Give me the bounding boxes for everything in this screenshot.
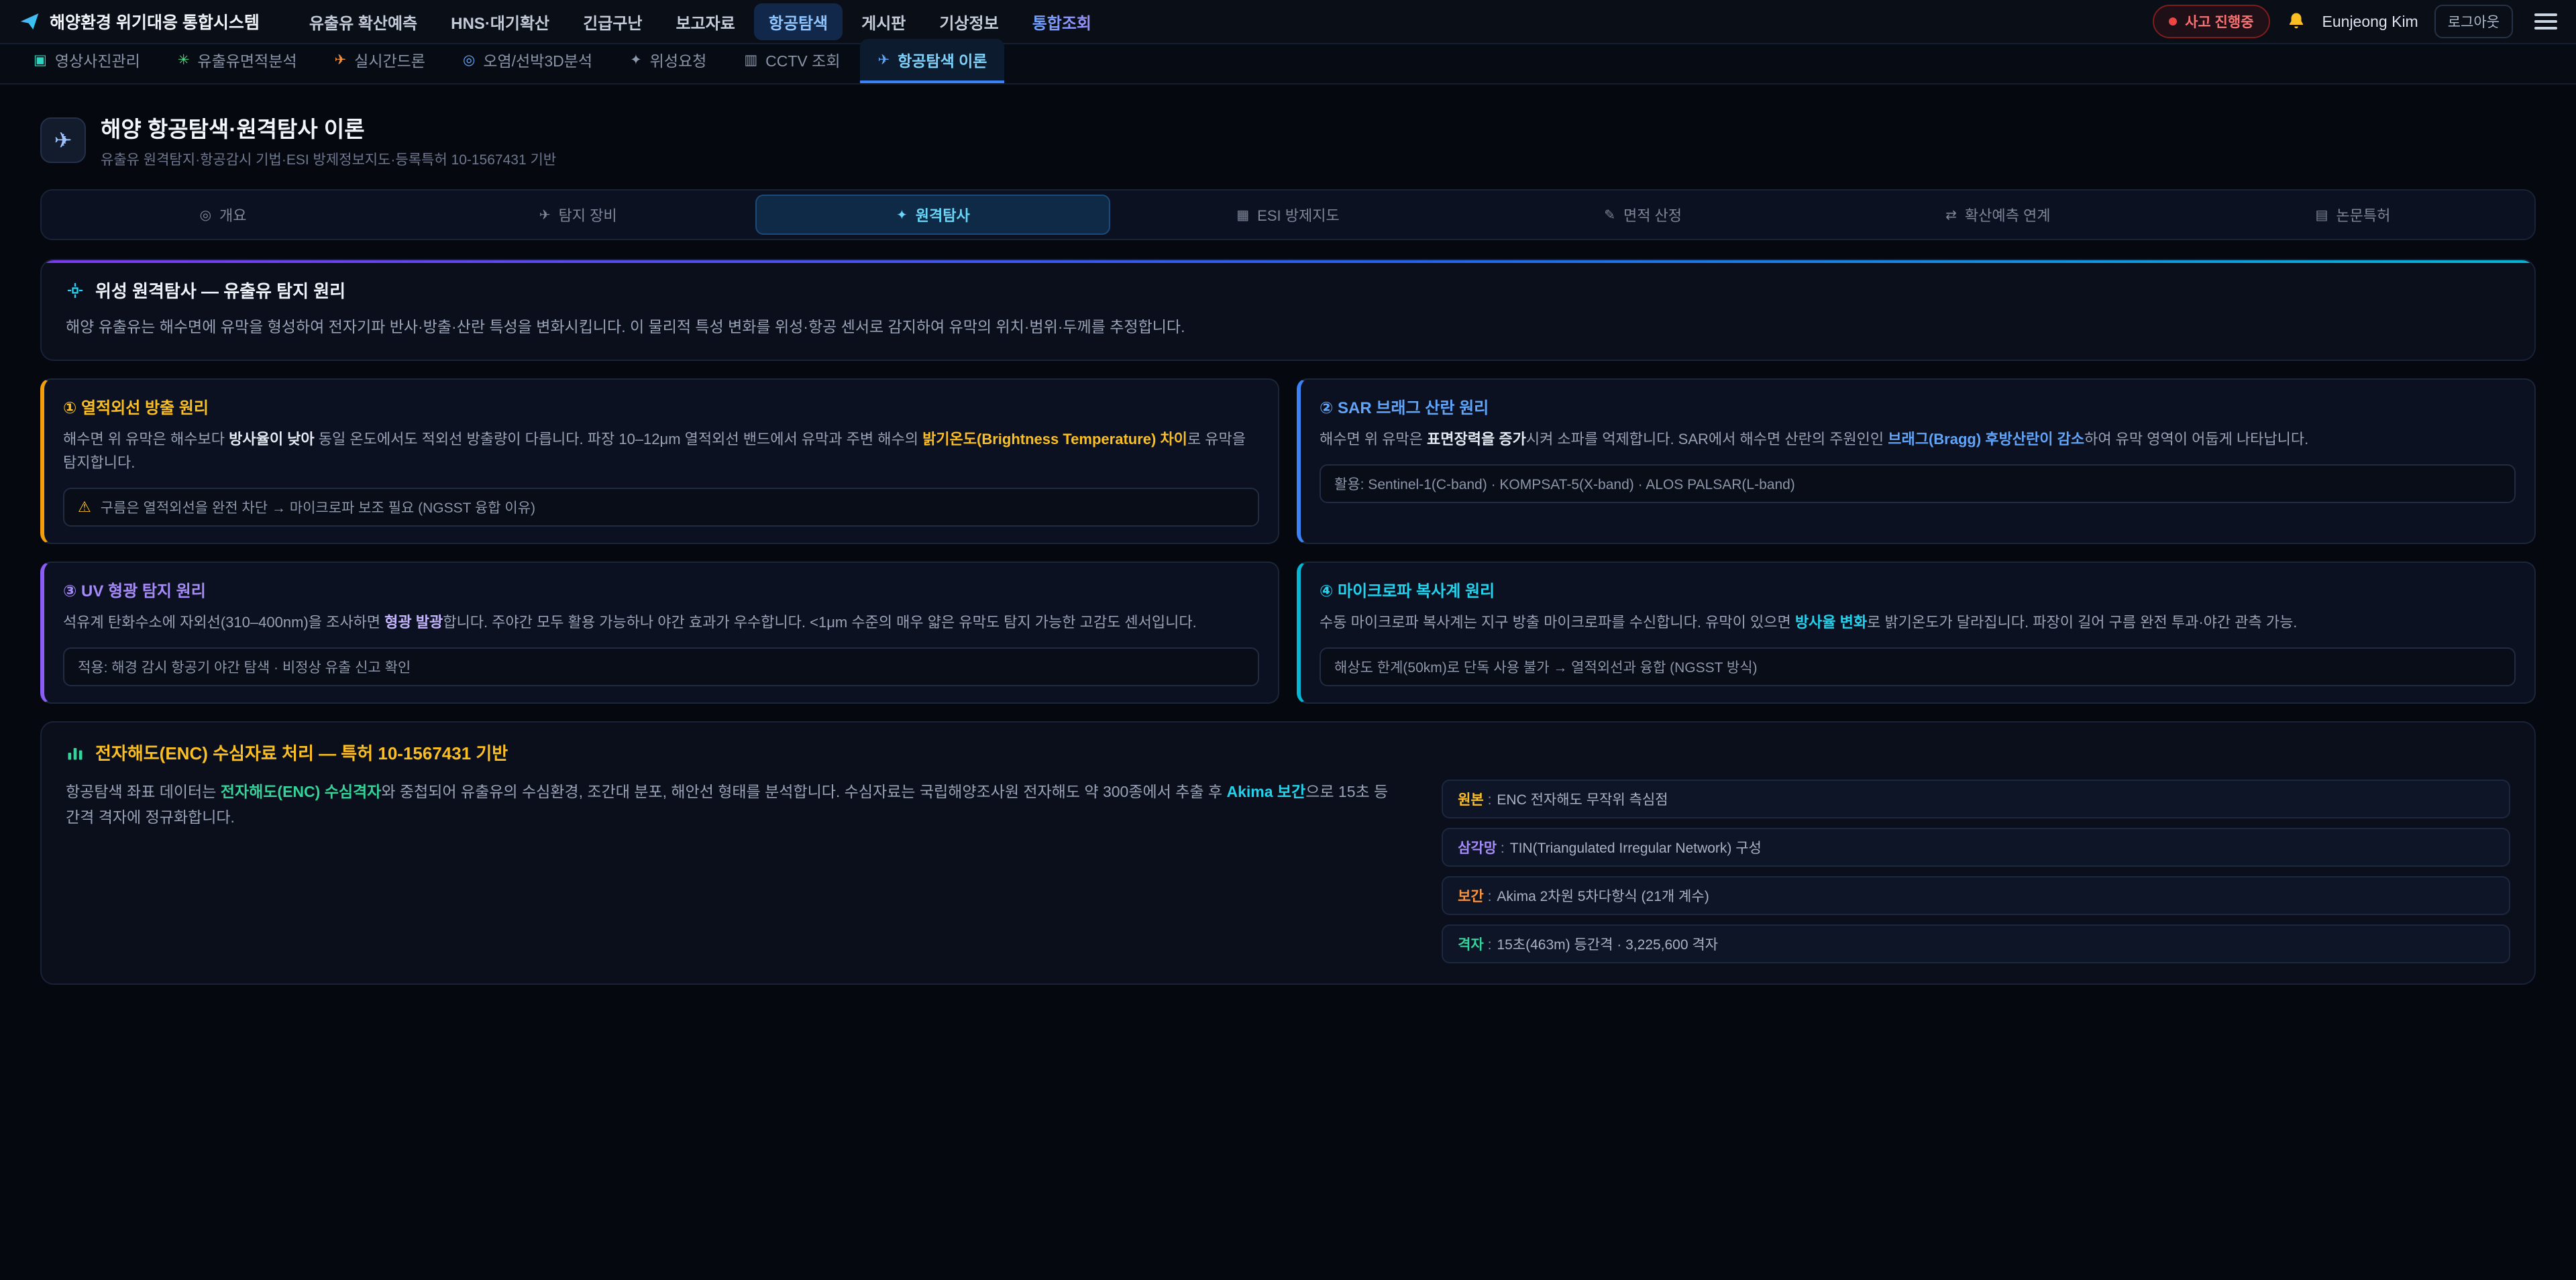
card-note: 활용: Sentinel-1(C-band) · KOMPSAT-5(X-ban… — [1320, 464, 2516, 503]
card-body: 해수면 위 유막은 표면장력을 증가시켜 소파를 억제합니다. SAR에서 해수… — [1320, 427, 2516, 451]
card-uv-fluorescence: ③ UV 형광 탐지 원리 석유계 탄화수소에 자외선(310–400nm)을 … — [40, 562, 1279, 704]
enc-body: 항공탐색 좌표 데이터는 전자해도(ENC) 수심격자와 중첩되어 유출유의 수… — [66, 780, 1401, 831]
enc-content: 항공탐색 좌표 데이터는 전자해도(ENC) 수심격자와 중첩되어 유출유의 수… — [66, 780, 2510, 963]
notification-bell-icon[interactable] — [2286, 11, 2306, 32]
enc-row-list: 원본 ENC 전자해도 무작위 측심점 삼각망 TIN(Triangulated… — [1442, 780, 2510, 963]
warning-icon: ⚠ — [78, 498, 91, 516]
incident-status-badge[interactable]: 사고 진행중 — [2153, 5, 2269, 38]
remote-sensing-intro: 해양 유출유는 해수면에 유막을 형성하여 전자기파 반사·방출·산란 특성을 … — [66, 315, 2510, 339]
subtab-pollution-ship-3d[interactable]: ◎ 오염/선박3D분석 — [445, 39, 610, 83]
satellite-heading-icon — [66, 281, 85, 300]
nav-item-rescue[interactable]: 긴급구난 — [568, 3, 657, 40]
card-title: ① 열적외선 방출 원리 — [63, 394, 1259, 418]
plane-icon: ✈ — [877, 52, 890, 68]
cctv-icon: ▥ — [744, 52, 757, 68]
menu-icon[interactable] — [2534, 13, 2557, 30]
tab-diffusion-link[interactable]: ⇄ 확산예측 연계 — [1821, 195, 2176, 235]
docs-icon: ▤ — [2315, 207, 2328, 223]
topbar-right: 사고 진행중 Eunjeong Kim 로그아웃 — [2153, 5, 2557, 38]
logout-button[interactable]: 로그아웃 — [2434, 5, 2513, 38]
logo-icon — [19, 11, 40, 32]
card-note: 해상도 한계(50km)로 단독 사용 불가 → 열적외선과 융합 (NGSST… — [1320, 647, 2516, 686]
map-icon: ▦ — [1236, 207, 1249, 223]
logo-text: 해양환경 위기대응 통합시스템 — [50, 9, 260, 34]
tab-papers-patents[interactable]: ▤ 논문특허 — [2176, 195, 2530, 235]
area-analysis-icon: ✳ — [178, 52, 190, 68]
plane-icon: ✈ — [539, 207, 551, 223]
subtab-image-management[interactable]: ▣ 영상사진관리 — [16, 39, 158, 83]
nav-item-oil-spread[interactable]: 유출유 확산예측 — [294, 3, 432, 40]
enc-row-original: 원본 ENC 전자해도 무작위 측심점 — [1442, 780, 2510, 818]
main-nav: 유출유 확산예측 HNS·대기확산 긴급구난 보고자료 항공탐색 게시판 기상정… — [294, 3, 2153, 40]
satellite-icon: ✦ — [896, 207, 908, 223]
incident-status-label: 사고 진행중 — [2185, 11, 2253, 32]
card-body: 석유계 탄화수소에 자외선(310–400nm)을 조사하면 형광 발광합니다.… — [63, 610, 1259, 634]
subtab-aerial-search-theory[interactable]: ✈ 항공탐색 이론 — [860, 39, 1004, 83]
image-icon: ▣ — [34, 52, 47, 68]
card-microwave-radiometer: ④ 마이크로파 복사계 원리 수동 마이크로파 복사계는 지구 방출 마이크로파… — [1297, 562, 2536, 704]
enc-heading: 전자해도(ENC) 수심자료 처리 — 특허 10-1567431 기반 — [95, 740, 508, 765]
subtab-satellite-request[interactable]: ✦ 위성요청 — [612, 39, 724, 83]
nav-item-aerial-search[interactable]: 항공탐색 — [754, 3, 843, 40]
page-header: ✈ 해양 항공탐색·원격탐사 이론 유출유 원격탐지·항공감시 기법·ESI 방… — [40, 111, 2536, 169]
nav-item-board[interactable]: 게시판 — [847, 3, 920, 40]
enc-section: 전자해도(ENC) 수심자료 처리 — 특허 10-1567431 기반 항공탐… — [40, 721, 2536, 985]
subtab-cctv[interactable]: ▥ CCTV 조회 — [727, 39, 857, 83]
subtab-realtime-drone[interactable]: ✈ 실시간드론 — [317, 39, 443, 83]
enc-row-interpolation: 보간 Akima 2차원 5차다항식 (21개 계수) — [1442, 876, 2510, 915]
incident-dot-icon — [2169, 17, 2177, 25]
card-sar-bragg: ② SAR 브래그 산란 원리 해수면 위 유막은 표면장력을 증가시켜 소파를… — [1297, 378, 2536, 544]
nav-item-reports[interactable]: 보고자료 — [661, 3, 749, 40]
tab-area-calculation[interactable]: ✎ 면적 산정 — [1466, 195, 1821, 235]
user-name: Eunjeong Kim — [2322, 13, 2418, 31]
card-title: ④ 마이크로파 복사계 원리 — [1320, 578, 2516, 601]
topbar: 해양환경 위기대응 통합시스템 유출유 확산예측 HNS·대기확산 긴급구난 보… — [0, 0, 2576, 44]
card-body: 해수면 위 유막은 해수보다 방사율이 낮아 동일 온도에서도 적외선 방출량이… — [63, 427, 1259, 474]
link-icon: ⇄ — [1945, 207, 1957, 223]
chart-icon — [66, 743, 85, 762]
sub-tab-bar: ▣ 영상사진관리 ✳ 유출유면적분석 ✈ 실시간드론 ◎ 오염/선박3D분석 ✦… — [0, 44, 2576, 85]
drone-icon: ✈ — [335, 52, 347, 68]
globe-icon: ◎ — [200, 207, 211, 223]
remote-sensing-heading: 위성 원격탐사 — 유출유 탐지 원리 — [95, 278, 345, 303]
remote-sensing-section: 위성 원격탐사 — 유출유 탐지 원리 해양 유출유는 해수면에 유막을 형성하… — [40, 259, 2536, 361]
card-body: 수동 마이크로파 복사계는 지구 방출 마이크로파를 수신합니다. 유막이 있으… — [1320, 610, 2516, 634]
nav-item-integrated-search[interactable]: 통합조회 — [1018, 3, 1106, 40]
card-title: ② SAR 브래그 산란 원리 — [1320, 394, 2516, 418]
nav-item-hns[interactable]: HNS·대기확산 — [436, 3, 564, 40]
card-title: ③ UV 형광 탐지 원리 — [63, 578, 1259, 601]
app-root: 해양환경 위기대응 통합시스템 유출유 확산예측 HNS·대기확산 긴급구난 보… — [0, 0, 2576, 1280]
enc-row-grid: 격자 15초(463m) 등간격 · 3,225,600 격자 — [1442, 924, 2510, 963]
page-plane-icon: ✈ — [40, 117, 86, 163]
satellite-icon: ✦ — [630, 52, 642, 68]
card-note: ⚠ 구름은 열적외선을 완전 차단 → 마이크로파 보조 필요 (NGSST 융… — [63, 488, 1259, 527]
content-tab-strip: ◎ 개요 ✈ 탐지 장비 ✦ 원격탐사 ▦ ESI 방제지도 ✎ 면적 산정 ⇄… — [40, 189, 2536, 240]
scan-icon: ◎ — [463, 52, 475, 68]
measure-icon: ✎ — [1604, 207, 1615, 223]
tab-remote-sensing[interactable]: ✦ 원격탐사 — [755, 195, 1110, 235]
tab-detection-equipment[interactable]: ✈ 탐지 장비 — [400, 195, 755, 235]
tab-esi-map[interactable]: ▦ ESI 방제지도 — [1110, 195, 1465, 235]
card-thermal-infrared: ① 열적외선 방출 원리 해수면 위 유막은 해수보다 방사율이 낮아 동일 온… — [40, 378, 1279, 544]
enc-row-tin: 삼각망 TIN(Triangulated Irregular Network) … — [1442, 828, 2510, 867]
main-content: ✈ 해양 항공탐색·원격탐사 이론 유출유 원격탐지·항공감시 기법·ESI 방… — [0, 85, 2576, 1017]
subtab-oil-area-analysis[interactable]: ✳ 유출유면적분석 — [160, 39, 315, 83]
tab-overview[interactable]: ◎ 개요 — [46, 195, 400, 235]
card-note: 적용: 해경 감시 항공기 야간 탐색 · 비정상 유출 신고 확인 — [63, 647, 1259, 686]
logo[interactable]: 해양환경 위기대응 통합시스템 — [19, 9, 260, 34]
page-subtitle: 유출유 원격탐지·항공감시 기법·ESI 방제정보지도·등록특허 10-1567… — [101, 149, 556, 169]
principle-card-grid: ① 열적외선 방출 원리 해수면 위 유막은 해수보다 방사율이 낮아 동일 온… — [40, 378, 2536, 704]
nav-item-weather[interactable]: 기상정보 — [924, 3, 1013, 40]
page-title: 해양 항공탐색·원격탐사 이론 — [101, 111, 556, 144]
